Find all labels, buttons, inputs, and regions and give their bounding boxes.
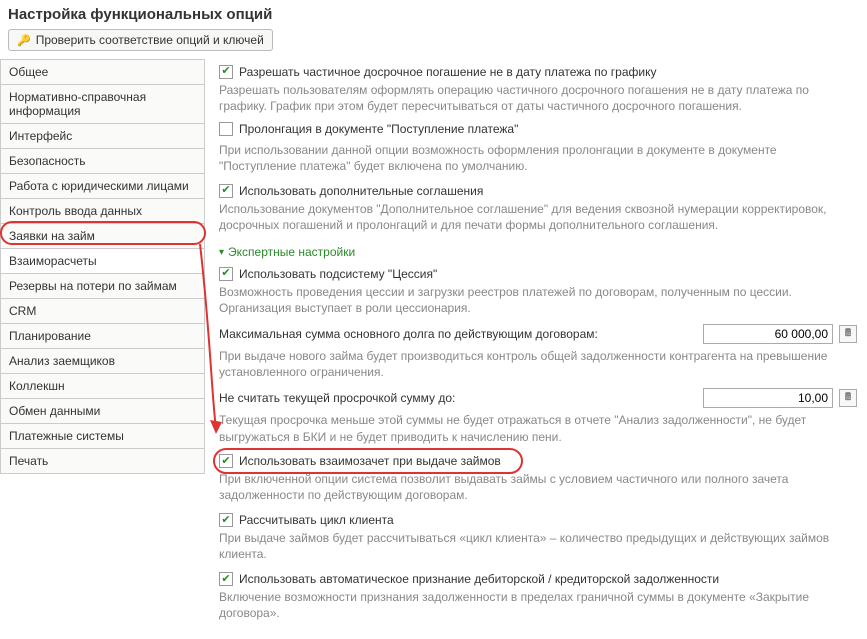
sidebar-item[interactable]: Анализ заемщиков [0,349,205,374]
checkbox-icon[interactable] [219,572,233,586]
hint-prolongation: При использовании данной опции возможнос… [219,142,857,174]
sidebar-item[interactable]: Контроль ввода данных [0,199,205,224]
opt-auto-recognition[interactable]: Использовать автоматическое признание де… [219,572,719,586]
input-max-sum[interactable] [703,324,833,344]
field-ignore-overdue: Не считать текущей просрочкой сумму до: … [219,388,857,408]
hint-auto-recognition: Включение возможности признания задолжен… [219,589,857,621]
chevron-down-icon: ▾ [219,247,224,258]
calculator-icon[interactable]: 🖩 [839,325,857,343]
field-max-sum: Максимальная сумма основного долга по де… [219,324,857,344]
check-compliance-button[interactable]: 🔑 Проверить соответствие опций и ключей [8,29,273,51]
input-ignore-overdue[interactable] [703,388,833,408]
calculator-icon[interactable]: 🖩 [839,389,857,407]
sidebar-item[interactable]: Общее [0,60,205,85]
sidebar-item[interactable]: Планирование [0,324,205,349]
sidebar-item[interactable]: Безопасность [0,149,205,174]
sidebar-item[interactable]: Взаиморасчеты [0,249,205,274]
sidebar-item[interactable]: Интерфейс [0,124,205,149]
label-ignore-overdue: Не считать текущей просрочкой сумму до: [219,391,455,405]
checkbox-icon[interactable] [219,65,233,79]
opt-offset[interactable]: Использовать взаимозачет при выдаче займ… [219,454,501,468]
sidebar-item[interactable]: Резервы на потери по займам [0,274,205,299]
opt-prolongation[interactable]: Пролонгация в документе "Поступление пла… [219,122,518,136]
checkbox-icon[interactable] [219,122,233,136]
hint-extra-agreements: Использование документов "Дополнительное… [219,201,857,233]
hint-partial-early: Разрешать пользователям оформлять операц… [219,82,857,114]
toolbar: 🔑 Проверить соответствие опций и ключей [0,27,867,59]
hint-offset: При включенной опции система позволит вы… [219,471,857,503]
page-title: Настройка функциональных опций [0,0,867,27]
key-icon: 🔑 [17,34,31,47]
hint-cession: Возможность проведения цессии и загрузки… [219,284,857,316]
opt-extra-agreements[interactable]: Использовать дополнительные соглашения [219,184,483,198]
checkbox-icon[interactable] [219,184,233,198]
sidebar-item[interactable]: CRM [0,299,205,324]
sidebar-item[interactable]: Печать [0,449,205,474]
hint-client-cycle: При выдаче займов будет рассчитываться «… [219,530,857,562]
label-max-sum: Максимальная сумма основного долга по де… [219,327,598,341]
checkbox-icon[interactable] [219,454,233,468]
checkbox-icon[interactable] [219,513,233,527]
main-panel: Разрешать частичное досрочное погашение … [205,59,867,639]
checkbox-icon[interactable] [219,267,233,281]
expert-settings-toggle[interactable]: ▾ Экспертные настройки [219,245,355,259]
sidebar-item[interactable]: Платежные системы [0,424,205,449]
opt-cession[interactable]: Использовать подсистему "Цессия" [219,267,437,281]
sidebar: ОбщееНормативно-справочная информацияИнт… [0,59,205,639]
sidebar-item[interactable]: Нормативно-справочная информация [0,85,205,124]
hint-ignore-overdue: Текущая просрочка меньше этой суммы не б… [219,412,857,444]
sidebar-item[interactable]: Работа с юридическими лицами [0,174,205,199]
sidebar-item[interactable]: Обмен данными [0,399,205,424]
hint-max-sum: При выдаче нового займа будет производит… [219,348,857,380]
sidebar-item[interactable]: Заявки на займ [0,224,205,249]
sidebar-item[interactable]: Коллекшн [0,374,205,399]
check-compliance-label: Проверить соответствие опций и ключей [36,33,264,47]
opt-partial-early[interactable]: Разрешать частичное досрочное погашение … [219,65,656,79]
opt-client-cycle[interactable]: Рассчитывать цикл клиента [219,513,394,527]
